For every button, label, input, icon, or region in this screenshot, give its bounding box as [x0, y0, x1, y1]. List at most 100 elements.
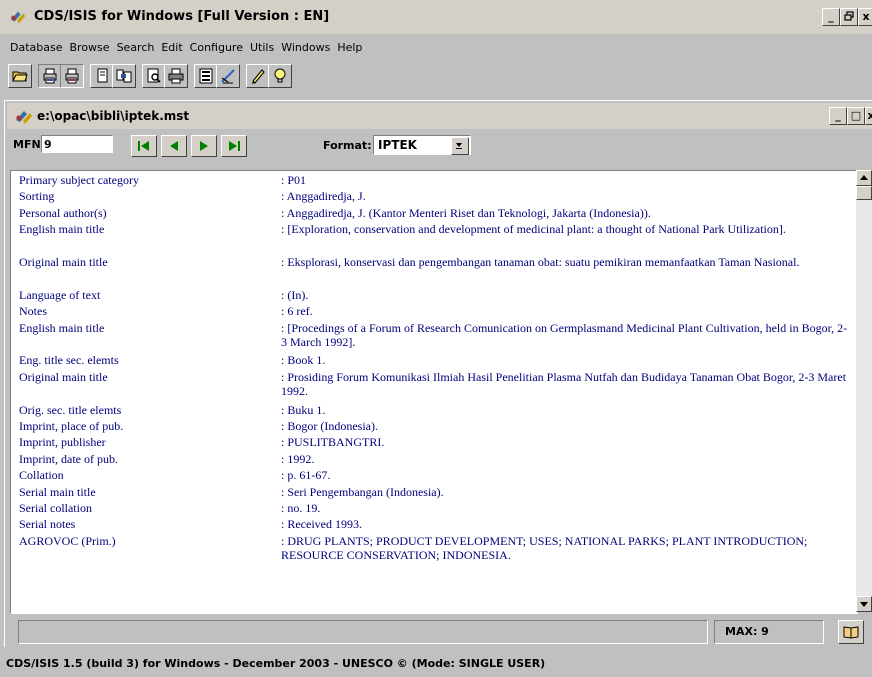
record-field-label: Original main title [19, 369, 108, 384]
last-record-icon [229, 141, 240, 151]
chevron-down-icon [456, 143, 462, 149]
menu-search[interactable]: Search [114, 38, 159, 58]
cds-isis-logo-icon [16, 111, 32, 124]
format-dropdown-button[interactable] [451, 137, 469, 155]
record-field-value: : Prosiding Forum Komunikasi Ilmiah Hasi… [281, 369, 847, 398]
menu-browse[interactable]: Browse [67, 38, 114, 58]
record-field-value: : Seri Pengembangan (Indonesia). [281, 484, 444, 499]
scroll-down-button[interactable] [856, 596, 872, 612]
record-field-label: Imprint, date of pub. [19, 451, 118, 466]
record-field-value: : Anggadiredja, J. (Kantor Menteri Riset… [281, 205, 651, 220]
first-record-icon [138, 141, 149, 151]
pencil-icon [252, 69, 265, 84]
record-field-label: Eng. title sec. elemts [19, 353, 119, 368]
record-field-label: Notes [19, 304, 47, 319]
status-bar-text: CDS/ISIS 1.5 (build 3) for Windows - Dec… [6, 657, 546, 670]
record-field-label: AGROVOC (Prim.) [19, 533, 116, 548]
menu-edit[interactable]: Edit [158, 38, 186, 58]
record-field-value: : Anggadiredja, J. [281, 189, 366, 204]
print-txt-button[interactable] [38, 64, 62, 88]
print-rtf-button[interactable] [60, 64, 84, 88]
menu-help[interactable]: Help [334, 38, 366, 58]
previous-record-icon [170, 141, 178, 151]
record-field-value: : no. 19. [281, 501, 321, 515]
record-field-value: : 6 ref. [281, 304, 313, 319]
preview-button[interactable] [142, 64, 166, 88]
record-field-value: : Received 1993. [281, 517, 362, 532]
preview-icon [147, 68, 161, 83]
record-field-label: Orig. sec. title elemts [19, 402, 122, 417]
scroll-thumb[interactable] [856, 186, 872, 200]
vertical-scrollbar[interactable] [856, 170, 872, 612]
lightbulb-icon [274, 68, 286, 83]
record-field-label: English main title [19, 222, 105, 237]
app-title: CDS/ISIS for Windows [Full Version : EN] [34, 9, 330, 24]
mfn-label: MFN [13, 138, 41, 151]
record-field-value: : Book 1. [281, 353, 326, 368]
record-field-value: : (In). [281, 287, 309, 302]
child-minimize-button[interactable]: _ [829, 107, 847, 125]
menu-bar: Database Browse Search Edit Configure Utils Wi… [0, 38, 872, 58]
first-record-button[interactable] [131, 135, 157, 157]
open-database-button[interactable] [8, 64, 32, 88]
edit-button[interactable] [216, 64, 240, 88]
record-field-label: Personal author(s) [19, 205, 107, 220]
record-field-value: : Buku 1. [281, 402, 326, 417]
app-title-bar: CDS/ISIS for Windows [Full Version : EN]… [0, 0, 872, 34]
copy-icon [97, 68, 108, 83]
edit-icon [221, 69, 235, 84]
copy-button[interactable] [90, 64, 114, 88]
scroll-down-icon [860, 602, 868, 607]
max-mfn-indicator: MAX: 9 [714, 620, 824, 644]
printer-icon [168, 68, 184, 84]
restore-icon [844, 11, 854, 21]
record-field-value: : DRUG PLANTS; PRODUCT DEVELOPMENT; USES… [281, 533, 808, 562]
next-record-button[interactable] [191, 135, 217, 157]
cds-isis-logo-icon [10, 11, 26, 24]
database-path-title: e:\opac\bibli\iptek.mst [37, 109, 190, 123]
record-field-label: Serial collation [19, 501, 92, 515]
print-txt-icon [43, 68, 57, 84]
record-field-label: Serial notes [19, 517, 76, 532]
record-display: Primary subject category: P01 Sorting: An… [10, 170, 858, 614]
record-field-label: Serial main title [19, 484, 96, 499]
record-field-label: Language of text [19, 287, 101, 302]
format-select[interactable]: IPTEK [373, 135, 471, 155]
database-window-title-bar: e:\opac\bibli\iptek.mst _ □ x [7, 103, 872, 129]
record-field-value: : [Exploration, conservation and develop… [281, 222, 786, 237]
record-field-value: : 1992. [281, 451, 315, 466]
previous-record-button[interactable] [161, 135, 187, 157]
merge-button[interactable] [112, 64, 136, 88]
minimize-button[interactable]: _ [822, 8, 840, 26]
next-record-icon [200, 141, 208, 151]
record-field-value: : PUSLITBANGTRI. [281, 435, 385, 450]
child-maximize-button[interactable]: □ [847, 107, 865, 125]
close-button[interactable]: x [858, 8, 872, 26]
record-field-value: : [Procedings of a Forum of Research Com… [281, 320, 848, 349]
record-field-value: : P01 [281, 173, 307, 187]
format-select-value: IPTEK [378, 138, 417, 152]
menu-configure[interactable]: Configure [187, 38, 247, 58]
record-field-label: Sorting [19, 189, 55, 204]
menu-database[interactable]: Database [0, 38, 67, 58]
navigation-row: MFN 9 Format: IPTEK [5, 133, 871, 159]
print-button[interactable] [164, 64, 188, 88]
record-field-label: Imprint, publisher [19, 435, 106, 450]
menu-windows[interactable]: Windows [278, 38, 334, 58]
scroll-up-button[interactable] [856, 170, 872, 186]
record-field-label: English main title [19, 320, 105, 335]
pencil-button[interactable] [246, 64, 270, 88]
last-record-button[interactable] [221, 135, 247, 157]
mfn-input[interactable]: 9 [41, 135, 113, 153]
record-field-value: : Bogor (Indonesia). [281, 419, 378, 433]
form-icon [199, 68, 213, 84]
form-button[interactable] [194, 64, 218, 88]
print-rtf-icon [65, 68, 79, 84]
menu-utils[interactable]: Utils [247, 38, 278, 58]
dictionary-button[interactable] [838, 620, 864, 644]
restore-button[interactable] [840, 8, 858, 26]
status-message [18, 620, 708, 644]
help-button[interactable] [268, 64, 292, 88]
child-close-button[interactable]: x [865, 107, 872, 125]
record-field-label: Imprint, place of pub. [19, 419, 124, 433]
